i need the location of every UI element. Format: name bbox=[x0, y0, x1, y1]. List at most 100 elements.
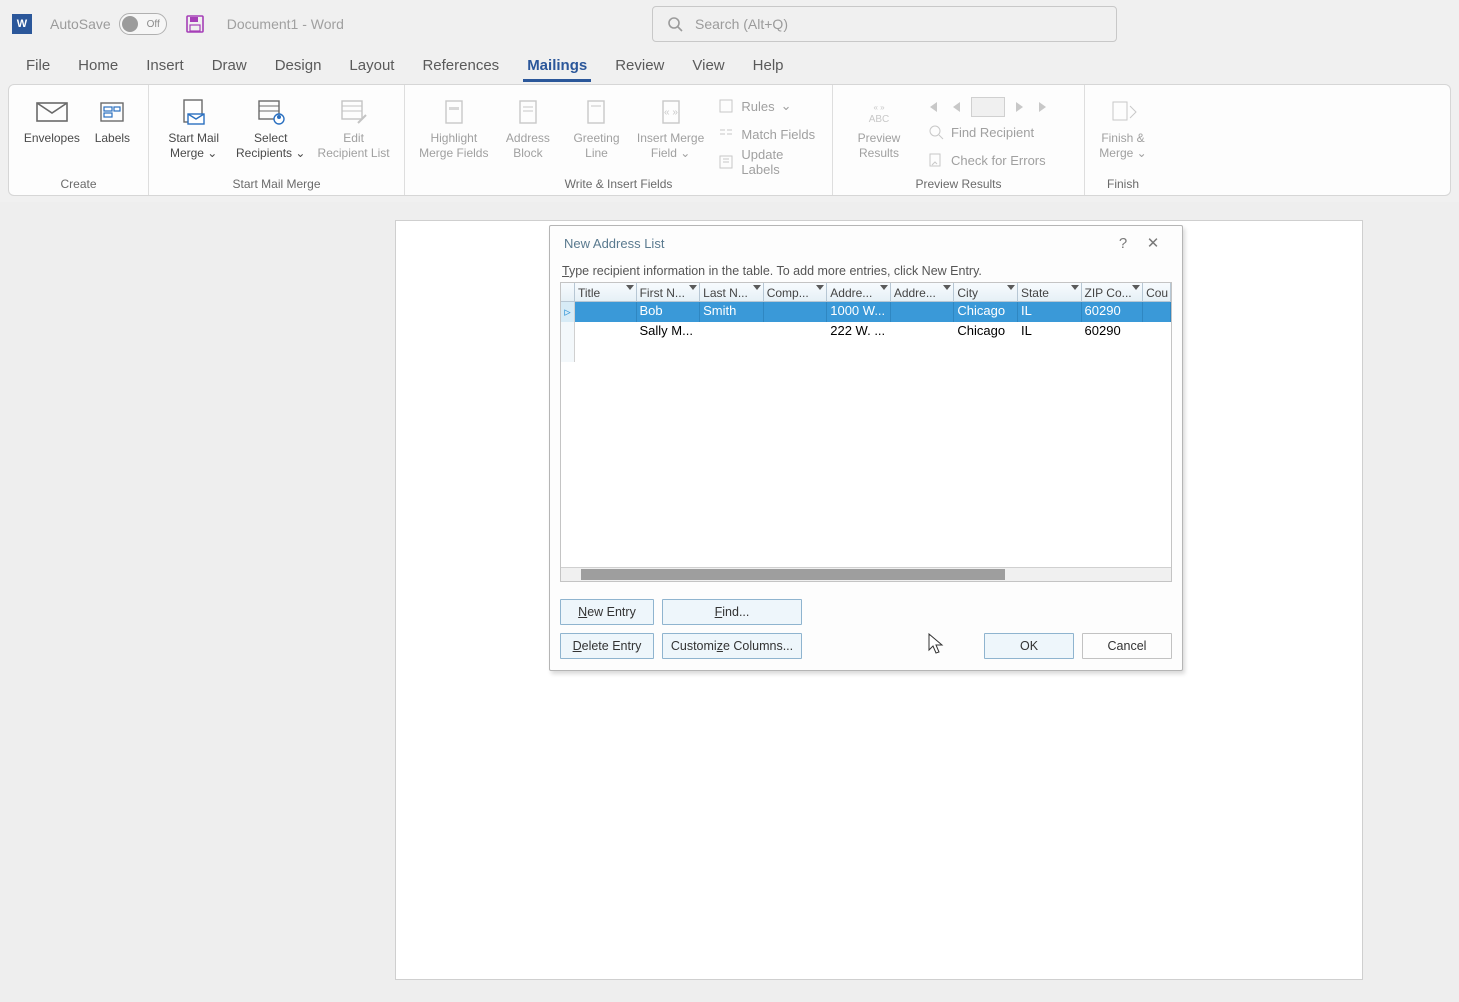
column-dropdown-icon[interactable] bbox=[626, 285, 634, 290]
labels-button[interactable]: Labels bbox=[89, 91, 136, 173]
tab-help[interactable]: Help bbox=[749, 51, 788, 82]
prev-record-icon[interactable] bbox=[947, 98, 965, 116]
finish-merge-button[interactable]: Finish &Merge ⌄ bbox=[1097, 91, 1149, 173]
delete-entry-button[interactable]: Delete Entry bbox=[560, 633, 654, 659]
row-selector[interactable]: ▹ bbox=[561, 302, 575, 322]
tab-references[interactable]: References bbox=[418, 51, 503, 82]
autosave-toggle[interactable]: Off bbox=[119, 13, 167, 35]
check-errors-icon bbox=[927, 151, 945, 169]
cell-title[interactable] bbox=[575, 302, 637, 322]
column-dropdown-icon[interactable] bbox=[1007, 285, 1015, 290]
find-recipient-button[interactable]: Find Recipient bbox=[923, 119, 1053, 145]
ok-button[interactable]: OK bbox=[984, 633, 1074, 659]
column-dropdown-icon[interactable] bbox=[943, 285, 951, 290]
cell-last[interactable]: Smith bbox=[700, 302, 764, 322]
cell-state[interactable]: IL bbox=[1018, 322, 1082, 342]
tab-draw[interactable]: Draw bbox=[208, 51, 251, 82]
table-row[interactable]: Sally M... 222 W. ... ChicagoIL60290 bbox=[561, 322, 1171, 342]
highlight-merge-fields-button[interactable]: HighlightMerge Fields bbox=[417, 91, 491, 173]
column-header[interactable]: Addre... bbox=[827, 283, 891, 301]
recipient-grid[interactable]: TitleFirst N...Last N...Comp...Addre...A… bbox=[560, 282, 1172, 582]
row-selector[interactable] bbox=[561, 342, 575, 362]
cell-first[interactable]: Sally M... bbox=[637, 322, 701, 342]
record-number-field[interactable] bbox=[971, 97, 1005, 117]
labels-icon bbox=[95, 95, 129, 129]
ribbon-group-preview: « »ABC PreviewResults Find Recipient Che… bbox=[833, 85, 1085, 195]
cell-cou[interactable] bbox=[1143, 322, 1171, 342]
search-box[interactable]: Search (Alt+Q) bbox=[652, 6, 1117, 42]
tab-design[interactable]: Design bbox=[271, 51, 326, 82]
cell-company[interactable] bbox=[764, 322, 828, 342]
save-icon[interactable] bbox=[185, 14, 205, 34]
rules-icon bbox=[717, 97, 735, 115]
column-header[interactable]: State bbox=[1018, 283, 1082, 301]
cancel-button[interactable]: Cancel bbox=[1082, 633, 1172, 659]
column-header[interactable]: Comp... bbox=[764, 283, 828, 301]
tab-mailings[interactable]: Mailings bbox=[523, 51, 591, 82]
dialog-help-button[interactable]: ? bbox=[1108, 235, 1138, 252]
column-dropdown-icon[interactable] bbox=[880, 285, 888, 290]
cell-addr1[interactable]: 222 W. ... bbox=[827, 322, 891, 342]
column-header[interactable]: Last N... bbox=[700, 283, 764, 301]
next-record-icon[interactable] bbox=[1011, 98, 1029, 116]
autosave-label: AutoSave bbox=[50, 16, 111, 32]
first-record-icon[interactable] bbox=[923, 98, 941, 116]
insert-merge-field-button[interactable]: « » Insert MergeField ⌄ bbox=[634, 91, 708, 173]
table-row[interactable]: ▹ BobSmith 1000 W... ChicagoIL60290 bbox=[561, 302, 1171, 322]
rules-button[interactable]: Rules ⌄ bbox=[713, 93, 820, 119]
envelopes-button[interactable]: Envelopes bbox=[21, 91, 83, 173]
table-row-new[interactable] bbox=[561, 342, 1171, 362]
cell-addr1[interactable]: 1000 W... bbox=[827, 302, 891, 322]
column-dropdown-icon[interactable] bbox=[816, 285, 824, 290]
grid-header-row: TitleFirst N...Last N...Comp...Addre...A… bbox=[561, 283, 1171, 302]
svg-text:« »: « » bbox=[873, 103, 885, 112]
column-dropdown-icon[interactable] bbox=[1132, 285, 1140, 290]
greeting-line-button[interactable]: GreetingLine bbox=[565, 91, 628, 173]
column-header[interactable]: Title bbox=[575, 283, 637, 301]
select-recipients-button[interactable]: SelectRecipients ⌄ bbox=[232, 91, 309, 173]
cell-company[interactable] bbox=[764, 302, 828, 322]
cell-addr2[interactable] bbox=[891, 322, 955, 342]
tab-file[interactable]: File bbox=[22, 51, 54, 82]
cell-title[interactable] bbox=[575, 322, 637, 342]
tab-insert[interactable]: Insert bbox=[142, 51, 188, 82]
tab-review[interactable]: Review bbox=[611, 51, 668, 82]
cell-zip[interactable]: 60290 bbox=[1082, 322, 1144, 342]
cell-city[interactable]: Chicago bbox=[954, 322, 1018, 342]
tab-layout[interactable]: Layout bbox=[345, 51, 398, 82]
address-block-button[interactable]: AddressBlock bbox=[497, 91, 560, 173]
column-header[interactable]: ZIP Co... bbox=[1082, 283, 1144, 301]
last-record-icon[interactable] bbox=[1035, 98, 1053, 116]
edit-recipient-list-button[interactable]: EditRecipient List bbox=[315, 91, 392, 173]
column-header[interactable]: Cou bbox=[1143, 283, 1171, 301]
cell-city[interactable]: Chicago bbox=[954, 302, 1018, 322]
cell-state[interactable]: IL bbox=[1018, 302, 1082, 322]
row-selector[interactable] bbox=[561, 322, 575, 342]
check-errors-button[interactable]: Check for Errors bbox=[923, 147, 1053, 173]
dialog-titlebar[interactable]: New Address List ? ✕ bbox=[550, 226, 1182, 260]
tab-home[interactable]: Home bbox=[74, 51, 122, 82]
column-header[interactable]: Addre... bbox=[891, 283, 955, 301]
find-button[interactable]: Find... bbox=[662, 599, 802, 625]
cell-zip[interactable]: 60290 bbox=[1082, 302, 1144, 322]
column-dropdown-icon[interactable] bbox=[689, 285, 697, 290]
column-header[interactable]: First N... bbox=[637, 283, 701, 301]
start-mail-merge-button[interactable]: Start MailMerge ⌄ bbox=[161, 91, 226, 173]
dialog-close-button[interactable]: ✕ bbox=[1138, 234, 1168, 252]
column-header[interactable]: City bbox=[954, 283, 1018, 301]
new-entry-button[interactable]: New Entry bbox=[560, 599, 654, 625]
column-dropdown-icon[interactable] bbox=[753, 285, 761, 290]
cell-addr2[interactable] bbox=[891, 302, 955, 322]
dialog-title-text: New Address List bbox=[564, 236, 664, 251]
cell-first[interactable]: Bob bbox=[637, 302, 701, 322]
customize-columns-button[interactable]: Customize Columns... bbox=[662, 633, 802, 659]
match-fields-button[interactable]: Match Fields bbox=[713, 121, 820, 147]
preview-results-button[interactable]: « »ABC PreviewResults bbox=[845, 91, 913, 173]
tab-view[interactable]: View bbox=[688, 51, 728, 82]
grid-horizontal-scrollbar[interactable] bbox=[561, 567, 1171, 581]
update-labels-button[interactable]: Update Labels bbox=[713, 149, 820, 175]
column-dropdown-icon[interactable] bbox=[1071, 285, 1079, 290]
cell-cou[interactable] bbox=[1143, 302, 1171, 322]
cell-last[interactable] bbox=[700, 322, 764, 342]
scrollbar-thumb[interactable] bbox=[581, 569, 1005, 580]
